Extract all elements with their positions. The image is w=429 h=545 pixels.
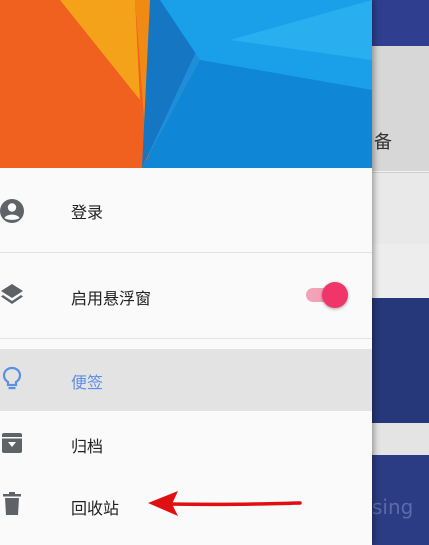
drawer-item-label: 回收站 xyxy=(71,499,120,518)
background-app-bar xyxy=(372,0,429,46)
lightbulb-icon xyxy=(0,365,28,393)
archive-icon xyxy=(0,429,28,457)
background-divider xyxy=(372,423,429,455)
annotation-arrow xyxy=(148,491,302,516)
background-card-text: 备 xyxy=(374,132,392,153)
drawer-item-archive[interactable]: 归档 xyxy=(0,414,372,472)
background-note-card[interactable] xyxy=(372,172,429,245)
drawer-item-label: 归档 xyxy=(71,437,104,456)
background-note-card[interactable] xyxy=(372,244,429,298)
drawer-item-notes[interactable]: 便签 xyxy=(0,349,372,411)
drawer-item-label: 便签 xyxy=(71,373,104,392)
toggle-thumb xyxy=(322,282,348,308)
drawer-header-image xyxy=(0,0,372,168)
divider xyxy=(0,338,372,339)
layers-icon xyxy=(0,281,28,309)
background-note-card-blue[interactable] xyxy=(372,298,429,423)
account-circle-icon xyxy=(0,197,28,225)
floating-window-toggle[interactable] xyxy=(304,280,350,310)
background-note-card[interactable]: 备 xyxy=(372,46,429,171)
drawer-item-label: 登录 xyxy=(71,203,104,222)
background-note-card-blue[interactable]: sing xyxy=(372,455,429,545)
drawer-item-label: 启用悬浮窗 xyxy=(71,289,152,308)
background-card-text: sing xyxy=(372,495,414,519)
navigation-drawer: 登录 启用悬浮窗 便签 归档 回收站 xyxy=(0,0,372,545)
trash-icon xyxy=(0,490,28,518)
drawer-item-login[interactable]: 登录 xyxy=(0,168,372,252)
